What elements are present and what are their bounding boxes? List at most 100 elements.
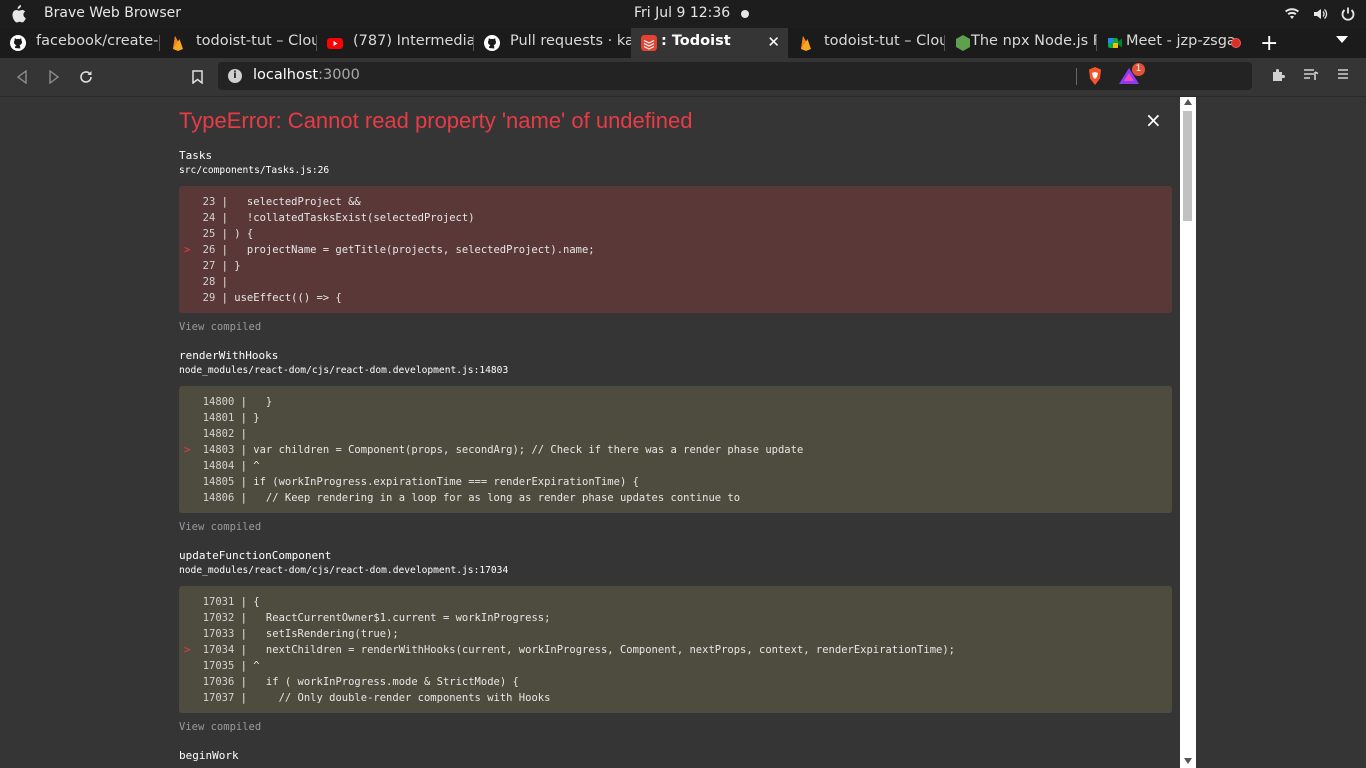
line-number: 14806 (202, 492, 235, 504)
media-button[interactable] (1302, 67, 1320, 85)
extensions-button[interactable] (1270, 67, 1288, 85)
forward-button[interactable] (43, 66, 65, 88)
view-compiled-link[interactable]: View compiled (179, 321, 1172, 333)
scrollbar-thumb[interactable] (1183, 111, 1192, 221)
close-tab-icon[interactable]: ✕ (767, 33, 780, 51)
frame-file-path[interactable]: node_modules/react-dom/cjs/react-dom.dev… (179, 565, 1172, 576)
frame-file-path[interactable]: src/components/Tasks.js:26 (179, 165, 1172, 176)
line-number: 17035 (202, 660, 235, 672)
tab[interactable]: Meet - jzp-zsga (1097, 28, 1249, 58)
reload-icon (80, 71, 92, 83)
stack-frame: Tasks src/components/Tasks.js:26 23 | sel… (179, 149, 1172, 333)
frame-function-name: updateFunctionComponent (179, 549, 332, 562)
line-number: 17031 (202, 596, 235, 608)
address-divider (1076, 68, 1077, 85)
apple-icon[interactable] (10, 5, 26, 23)
line-number: 17033 (202, 628, 235, 640)
line-code: | var children = Component(props, second… (234, 444, 804, 456)
github-icon (10, 35, 26, 51)
page-scrollbar[interactable] (1180, 97, 1196, 768)
line-number: 25 (202, 228, 216, 240)
code-snippet: 17031 | { 17032 | ReactCurrentOwner$1.cu… (179, 586, 1172, 713)
playlist-icon (1304, 69, 1319, 80)
line-number: 27 (202, 260, 216, 272)
tab[interactable]: (787) Intermediat (317, 28, 474, 58)
brave-shields-icon[interactable] (1087, 67, 1103, 85)
line-code: | ^ (234, 660, 260, 672)
code-line: 28 | (179, 274, 1172, 290)
line-code: | ^ (234, 460, 260, 472)
github-icon (484, 35, 500, 51)
tab[interactable]: Pull requests · kar (474, 28, 631, 58)
line-number: 14801 (202, 412, 235, 424)
code-line: 23 | selectedProject && (179, 194, 1172, 210)
back-icon (16, 69, 27, 85)
tab-active[interactable]: : Todoist ✕ (631, 28, 788, 58)
site-info-icon[interactable]: i (228, 69, 242, 83)
puzzle-icon (1273, 69, 1285, 81)
line-code: | ) { (215, 228, 254, 240)
line-number: 28 (202, 276, 216, 288)
stack-frame: updateFunctionComponent node_modules/reac… (179, 549, 1172, 733)
wifi-icon[interactable] (1284, 6, 1300, 22)
scroll-up-arrow-icon[interactable] (1184, 99, 1192, 105)
line-code: | !collatedTasksExist(selectedProject) (215, 212, 475, 224)
code-line: 17037 | // Only double-render components… (179, 690, 1172, 706)
line-number: 14803 (202, 444, 235, 456)
code-line: 14802 | (179, 426, 1172, 442)
tab-title: facebook/create- (36, 33, 159, 49)
close-overlay-button[interactable]: × (1145, 108, 1162, 132)
rewards-badge: 1 (1132, 63, 1145, 76)
tab-list-chevron-icon[interactable] (1336, 36, 1348, 43)
line-code: | // Keep rendering in a loop for as lon… (234, 492, 741, 504)
bookmark-button[interactable] (186, 66, 208, 88)
volume-icon[interactable] (1312, 6, 1328, 22)
view-compiled-link[interactable]: View compiled (179, 721, 1172, 733)
tab[interactable]: todoist-tut – Clou (788, 28, 945, 58)
code-line: >26 | projectName = getTitle(projects, s… (179, 242, 1172, 258)
code-line: 17032 | ReactCurrentOwner$1.current = wo… (179, 610, 1172, 626)
line-number: 14802 (202, 428, 235, 440)
menu-button[interactable] (1334, 67, 1352, 85)
recording-icon (1231, 38, 1241, 48)
hamburger-menu-icon (1338, 69, 1348, 79)
notification-dot-icon (741, 10, 749, 18)
frame-function-name: renderWithHooks (179, 349, 279, 362)
line-number: 14804 (202, 460, 235, 472)
tab-title: The npx Node.js P (971, 33, 1097, 49)
back-button[interactable] (11, 66, 33, 88)
stack-frame: renderWithHooks node_modules/react-dom/cj… (179, 349, 1172, 533)
code-line: 14800 | } (179, 394, 1172, 410)
line-code: | useEffect(() => { (215, 292, 342, 304)
line-number: 14800 (202, 396, 235, 408)
youtube-icon (327, 38, 343, 49)
line-code: | if (workInProgress.expirationTime === … (234, 476, 639, 488)
tab[interactable]: todoist-tut – Clou (160, 28, 317, 58)
url-text[interactable]: localhost:3000 (253, 67, 360, 83)
new-tab-button[interactable]: + (1260, 31, 1278, 56)
app-name[interactable]: Brave Web Browser (44, 5, 181, 21)
code-line: 14804 | ^ (179, 458, 1172, 474)
clock[interactable]: Fri Jul 9 12:36 (634, 5, 730, 21)
view-compiled-link[interactable]: View compiled (179, 521, 1172, 533)
tab-bar: facebook/create- todoist-tut – Clou (787… (0, 28, 1366, 58)
line-code: | if ( workInProgress.mode & StrictMode)… (234, 676, 519, 688)
tab-title: : Todoist (661, 33, 731, 49)
line-code: | setIsRendering(true); (234, 628, 399, 640)
tab[interactable]: facebook/create- (0, 28, 160, 58)
tab[interactable]: The npx Node.js P (945, 28, 1097, 58)
line-number: 14805 (202, 476, 235, 488)
tab-title: Pull requests · kar (510, 33, 631, 49)
url-port: :3000 (318, 67, 360, 83)
reload-button[interactable] (75, 66, 97, 88)
system-top-bar: Brave Web Browser Fri Jul 9 12:36 (0, 0, 1366, 28)
code-line: 24 | !collatedTasksExist(selectedProject… (179, 210, 1172, 226)
scroll-down-arrow-icon[interactable] (1184, 758, 1192, 764)
address-bar[interactable]: i localhost:3000 1 (218, 62, 1252, 90)
tab-title: todoist-tut – Clou (196, 33, 317, 49)
power-icon[interactable] (1340, 6, 1356, 22)
code-line: 17033 | setIsRendering(true); (179, 626, 1172, 642)
error-title: TypeError: Cannot read property 'name' o… (179, 108, 693, 133)
error-overlay: TypeError: Cannot read property 'name' o… (179, 97, 1172, 768)
frame-file-path[interactable]: node_modules/react-dom/cjs/react-dom.dev… (179, 365, 1172, 376)
